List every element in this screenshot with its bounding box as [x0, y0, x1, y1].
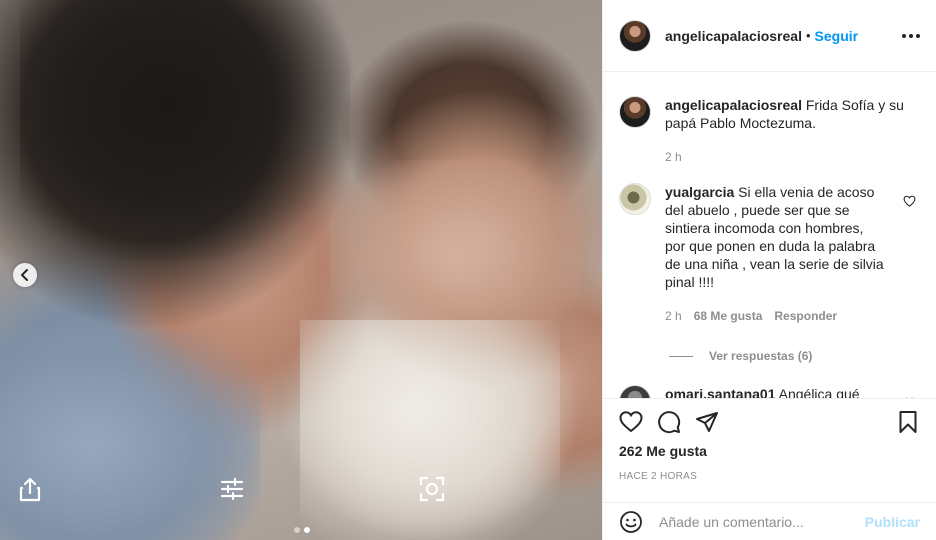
comment-icon[interactable]: [657, 410, 681, 434]
photo-region-dress: [300, 320, 560, 540]
view-replies-button[interactable]: Ver respuestas (6): [669, 349, 936, 363]
author-username[interactable]: angelicapalaciosreal: [665, 28, 802, 44]
follow-button[interactable]: Seguir: [815, 28, 859, 44]
photo-region-shirt: [0, 330, 260, 540]
avatar[interactable]: [619, 19, 651, 52]
lens-icon[interactable]: [418, 475, 446, 503]
carousel-dots: [294, 527, 310, 533]
comment-likes[interactable]: 68 Me gusta: [694, 307, 763, 325]
adjust-icon[interactable]: [218, 475, 246, 503]
caption-avatar[interactable]: [619, 96, 651, 128]
carousel-dot-active: [304, 527, 310, 533]
comment-like-heart-icon[interactable]: [903, 195, 916, 207]
header-separator: •: [805, 28, 811, 43]
likes-count[interactable]: 262 Me gusta: [603, 443, 936, 459]
emoji-icon[interactable]: [619, 510, 643, 534]
commenter-avatar[interactable]: [619, 183, 651, 215]
carousel-prev-button[interactable]: [13, 263, 37, 287]
send-icon[interactable]: [695, 410, 719, 434]
caption-time[interactable]: 2 h: [665, 148, 682, 166]
publish-button[interactable]: Publicar: [865, 514, 920, 530]
caption-meta: 2 h: [665, 148, 905, 166]
post-photo[interactable]: [0, 0, 602, 540]
post-header: angelicapalaciosreal • Seguir: [603, 0, 936, 72]
list-item: yualgarcia Si ella venia de acoso del ab…: [603, 183, 936, 325]
commenter-username[interactable]: omari.santana01: [665, 386, 776, 398]
list-item: omari.santana01 Angélica qué: [603, 385, 936, 398]
caption-username[interactable]: angelicapalaciosreal: [665, 97, 802, 113]
replies-divider: [669, 355, 693, 357]
comment-input[interactable]: Añade un comentario...: [659, 514, 865, 530]
share-icon[interactable]: [16, 475, 44, 503]
caption: angelicapalaciosreal Frida Sofía y su pa…: [603, 96, 936, 166]
carousel-dot: [294, 527, 300, 533]
action-bar: [603, 399, 936, 445]
chevron-left-icon: [21, 269, 28, 281]
comment-text: Angélica qué: [778, 386, 860, 398]
more-icon[interactable]: [902, 33, 920, 38]
comment-composer: Añade un comentario... Publicar: [603, 502, 936, 540]
view-replies-label: Ver respuestas (6): [709, 349, 813, 363]
reply-button[interactable]: Responder: [774, 307, 837, 325]
photo-region-hair: [20, 0, 350, 260]
post-timestamp[interactable]: HACE 2 HORAS: [603, 471, 936, 482]
post-actions: 262 Me gusta HACE 2 HORAS: [603, 398, 936, 482]
heart-icon[interactable]: [619, 410, 643, 434]
comment-body: omari.santana01 Angélica qué: [665, 385, 885, 398]
post-side-panel: angelicapalaciosreal • Seguir angelicapa…: [602, 0, 936, 540]
comment-time[interactable]: 2 h: [665, 307, 682, 325]
comments-list[interactable]: angelicapalaciosreal Frida Sofía y su pa…: [603, 73, 936, 398]
commenter-username[interactable]: yualgarcia: [665, 184, 734, 200]
commenter-avatar[interactable]: [619, 385, 651, 398]
bookmark-icon[interactable]: [896, 410, 920, 434]
caption-body: angelicapalaciosreal Frida Sofía y su pa…: [665, 96, 905, 166]
comment-meta: 2 h 68 Me gusta Responder: [665, 307, 885, 325]
comment-body: yualgarcia Si ella venia de acoso del ab…: [665, 183, 885, 325]
